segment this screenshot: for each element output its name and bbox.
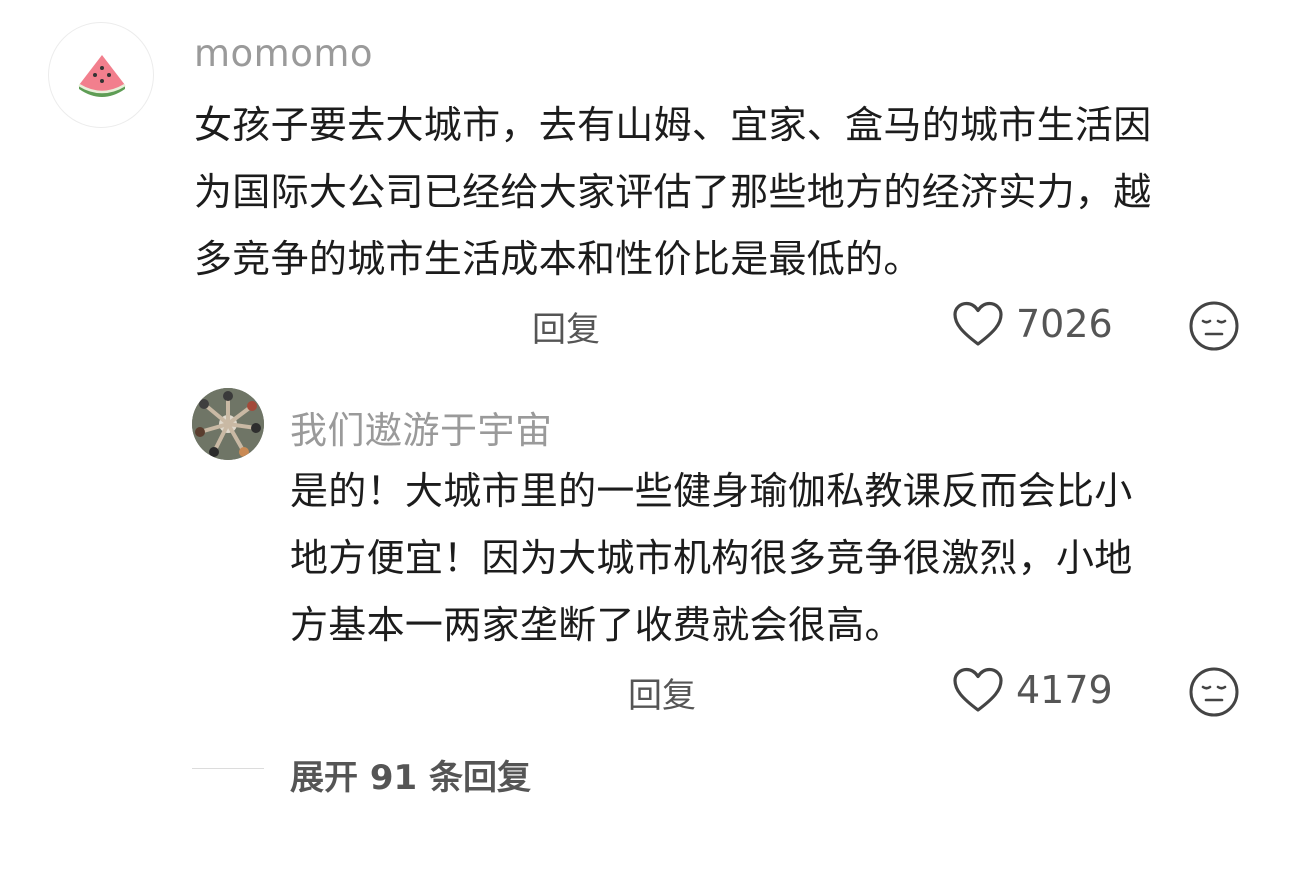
unamused-face-icon: [1189, 667, 1239, 717]
comment-text: 女孩子要去大城市，去有山姆、宜家、盒马的城市生活因 为国际大公司已经给大家评估了…: [194, 92, 1254, 293]
reply-text-line: 是的！大城市里的一些健身瑜伽私教课反而会比小: [290, 469, 1133, 513]
heart-icon: [953, 301, 1003, 346]
like-count: 4179: [1016, 668, 1113, 712]
unamused-face-icon: [1189, 301, 1239, 351]
like-button[interactable]: 4179: [952, 666, 1113, 714]
reply-text: 是的！大城市里的一些健身瑜伽私教课反而会比小 地方便宜！因为大城市机构很多竞争很…: [290, 458, 1230, 659]
reply-avatar[interactable]: [192, 388, 264, 460]
expand-replies-button[interactable]: 展开 91 条回复: [290, 750, 531, 799]
comment-username[interactable]: momomo: [194, 32, 373, 75]
dislike-button[interactable]: [1188, 300, 1240, 356]
reply-text-line: 方基本一两家垄断了收费就会很高。: [290, 603, 903, 647]
comment-text-line: 多竞争的城市生活成本和性价比是最低的。: [194, 237, 922, 281]
avatar[interactable]: [48, 22, 154, 128]
reply-button[interactable]: 回复: [532, 302, 600, 351]
reply-username[interactable]: 我们遨游于宇宙: [290, 400, 553, 454]
dislike-button[interactable]: [1188, 666, 1240, 722]
reply-button[interactable]: 回复: [628, 668, 696, 717]
like-button[interactable]: 7026: [952, 300, 1113, 348]
reply-text-line: 地方便宜！因为大城市机构很多竞争很激烈，小地: [290, 536, 1133, 580]
avatar-image: [192, 388, 264, 460]
comment-text-line: 女孩子要去大城市，去有山姆、宜家、盒马的城市生活因: [194, 103, 1152, 147]
comment-text-line: 为国际大公司已经给大家评估了那些地方的经济实力，越: [194, 170, 1152, 214]
divider: [192, 768, 264, 769]
heart-icon: [953, 667, 1003, 712]
like-count: 7026: [1016, 302, 1113, 346]
watermelon-icon: [78, 55, 126, 97]
